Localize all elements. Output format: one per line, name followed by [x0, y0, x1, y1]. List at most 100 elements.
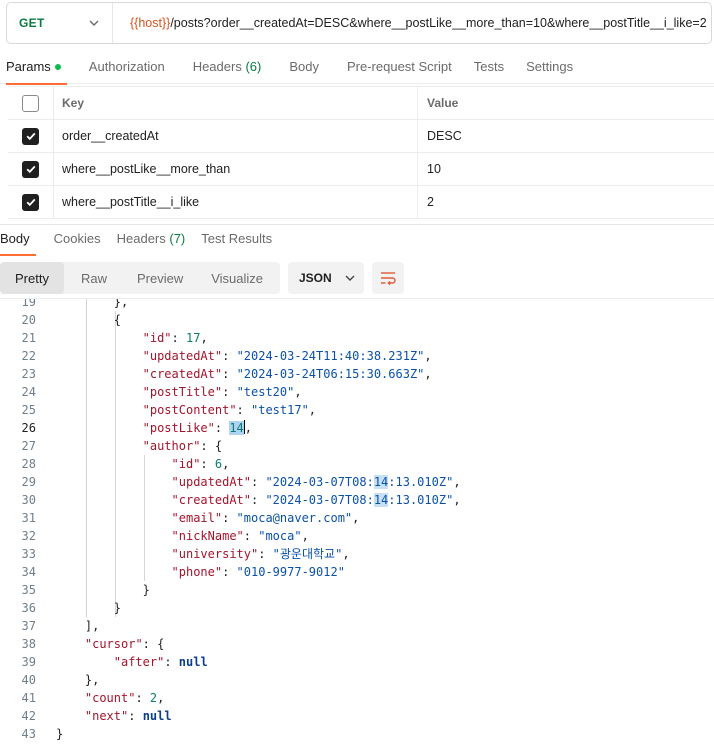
- json-key: "id": [142, 331, 172, 345]
- response-body-viewer[interactable]: 19}, 20 {21 "id": 17, 22 "updatedAt": "2024-0…: [0, 298, 714, 746]
- tab-tests[interactable]: Tests: [466, 52, 512, 83]
- line-number: 30: [21, 493, 36, 507]
- code-line: 40},: [0, 671, 714, 689]
- code-text: "email": "moca@naver.com",: [172, 509, 360, 527]
- format-select[interactable]: JSON: [288, 262, 364, 294]
- json-colon: :: [236, 403, 251, 417]
- code-line: 26 "postLike": 14,: [0, 419, 714, 437]
- param-value[interactable]: 10: [418, 153, 714, 185]
- line-number: 20: [21, 313, 36, 327]
- line-number: 29: [21, 475, 36, 489]
- param-value[interactable]: 2: [418, 186, 714, 218]
- code-line: 30 "createdAt": "2024-03-07T08:14:13.010Z…: [0, 491, 714, 509]
- tab-settings[interactable]: Settings: [518, 52, 581, 83]
- json-key: "updatedAt": [142, 349, 223, 363]
- json-key: "next": [84, 709, 129, 723]
- line-number: 38: [21, 637, 36, 651]
- pretty-button[interactable]: Pretty: [0, 262, 64, 294]
- json-colon: :: [171, 331, 186, 345]
- tab-body[interactable]: Body: [281, 52, 327, 83]
- param-row: where__postTitle__i_like 2: [8, 186, 714, 219]
- value-column-header: Value: [427, 96, 459, 110]
- code-line: 36}: [0, 599, 714, 617]
- code-text: "nickName": "moca",: [172, 527, 309, 545]
- line-number: 24: [21, 385, 36, 399]
- check-icon: [26, 198, 35, 207]
- line-number: 32: [21, 529, 36, 543]
- tab-test-results[interactable]: Test Results: [193, 225, 280, 254]
- code-text: "createdAt": "2024-03-07T08:14:13.010Z",: [172, 491, 461, 509]
- url-input[interactable]: {{host}}/posts?order__createdAt=DESC&whe…: [113, 16, 707, 30]
- json-value: {: [157, 637, 165, 651]
- param-checkbox[interactable]: [22, 127, 39, 145]
- code-line: 25 "postContent": "test17",: [0, 401, 714, 419]
- line-number: 19: [21, 298, 36, 309]
- json-colon: :: [128, 709, 143, 723]
- code-text: },: [85, 671, 99, 689]
- json-colon: :: [142, 637, 158, 651]
- code-line: 33 "university": "광운대학교",: [0, 545, 714, 563]
- line-number: 21: [21, 331, 36, 345]
- json-value: "2024-03-24T06:15:30.663Z": [236, 367, 425, 381]
- tab-cookies[interactable]: Cookies: [46, 225, 109, 254]
- tab-params[interactable]: Params: [0, 52, 69, 85]
- json-value: "2024-03-24T11:40:38.231Z": [236, 349, 425, 363]
- format-label: JSON: [299, 271, 332, 285]
- param-checkbox[interactable]: [22, 160, 39, 178]
- json-value: :13.010Z": [388, 493, 454, 507]
- match-highlight: 14: [373, 493, 389, 507]
- json-punctuation: ,: [294, 385, 302, 399]
- code-text: "id": 17,: [143, 329, 208, 347]
- code-text: "createdAt": "2024-03-24T06:15:30.663Z",: [143, 365, 432, 383]
- json-key: "postLike": [142, 421, 215, 435]
- code-text: }: [56, 725, 63, 743]
- select-all-checkbox[interactable]: [22, 94, 39, 112]
- tab-prerequest-script[interactable]: Pre-request Script: [339, 52, 460, 83]
- json-value: "moca@naver.com": [236, 511, 353, 525]
- json-colon: :: [251, 475, 266, 489]
- raw-button[interactable]: Raw: [64, 262, 120, 294]
- code-text: }: [143, 581, 150, 599]
- line-number: 26: [21, 421, 36, 435]
- preview-button[interactable]: Preview: [120, 262, 196, 294]
- visualize-button[interactable]: Visualize: [196, 262, 276, 294]
- code-text: "updatedAt": "2024-03-24T11:40:38.231Z",: [143, 347, 432, 365]
- tab-response-headers[interactable]: Headers (7): [109, 225, 194, 254]
- param-value[interactable]: DESC: [418, 120, 714, 152]
- code-line: 39 "after": null: [0, 653, 714, 671]
- request-tabs: Params Authorization Headers (6) Body Pr…: [0, 52, 714, 85]
- code-line: 27 "author": {: [0, 437, 714, 455]
- code-line: 31 "email": "moca@naver.com",: [0, 509, 714, 527]
- json-punctuation: },: [113, 298, 129, 309]
- json-punctuation: ,: [352, 511, 360, 525]
- code-text: "cursor": {: [85, 635, 164, 653]
- tab-response-body[interactable]: Body: [0, 225, 38, 256]
- param-key[interactable]: order__createdAt: [54, 120, 418, 152]
- code-text: "university": "광운대학교",: [172, 545, 350, 563]
- json-value: null: [178, 655, 208, 669]
- json-key: "author": [142, 439, 201, 453]
- tab-headers[interactable]: Headers (6): [185, 52, 270, 83]
- param-key[interactable]: where__postLike__more_than: [54, 153, 418, 185]
- url-path: /posts?order__createdAt=DESC&where__post…: [170, 16, 707, 30]
- json-punctuation: ,: [424, 367, 432, 381]
- json-value: {: [214, 439, 223, 453]
- code-text: {: [114, 311, 121, 329]
- method-select[interactable]: GET: [7, 3, 113, 43]
- chevron-down-icon: [345, 275, 355, 281]
- json-key: "nickName": [171, 529, 244, 543]
- headers-count: (6): [245, 59, 262, 74]
- wrap-lines-button[interactable]: [372, 262, 404, 294]
- line-number: 43: [21, 727, 36, 741]
- response-tabs: Body Cookies Headers (7) Test Results: [0, 224, 714, 256]
- json-key: "postContent": [142, 403, 237, 417]
- tab-authorization[interactable]: Authorization: [81, 52, 173, 83]
- param-checkbox[interactable]: [22, 193, 39, 211]
- code-text: "next": null: [85, 707, 172, 725]
- json-colon: :: [243, 529, 259, 543]
- param-key[interactable]: where__postTitle__i_like: [54, 186, 418, 218]
- code-text: },: [113, 298, 129, 311]
- json-punctuation: }: [113, 601, 121, 615]
- json-key: "id": [171, 457, 201, 471]
- json-colon: :: [222, 349, 237, 363]
